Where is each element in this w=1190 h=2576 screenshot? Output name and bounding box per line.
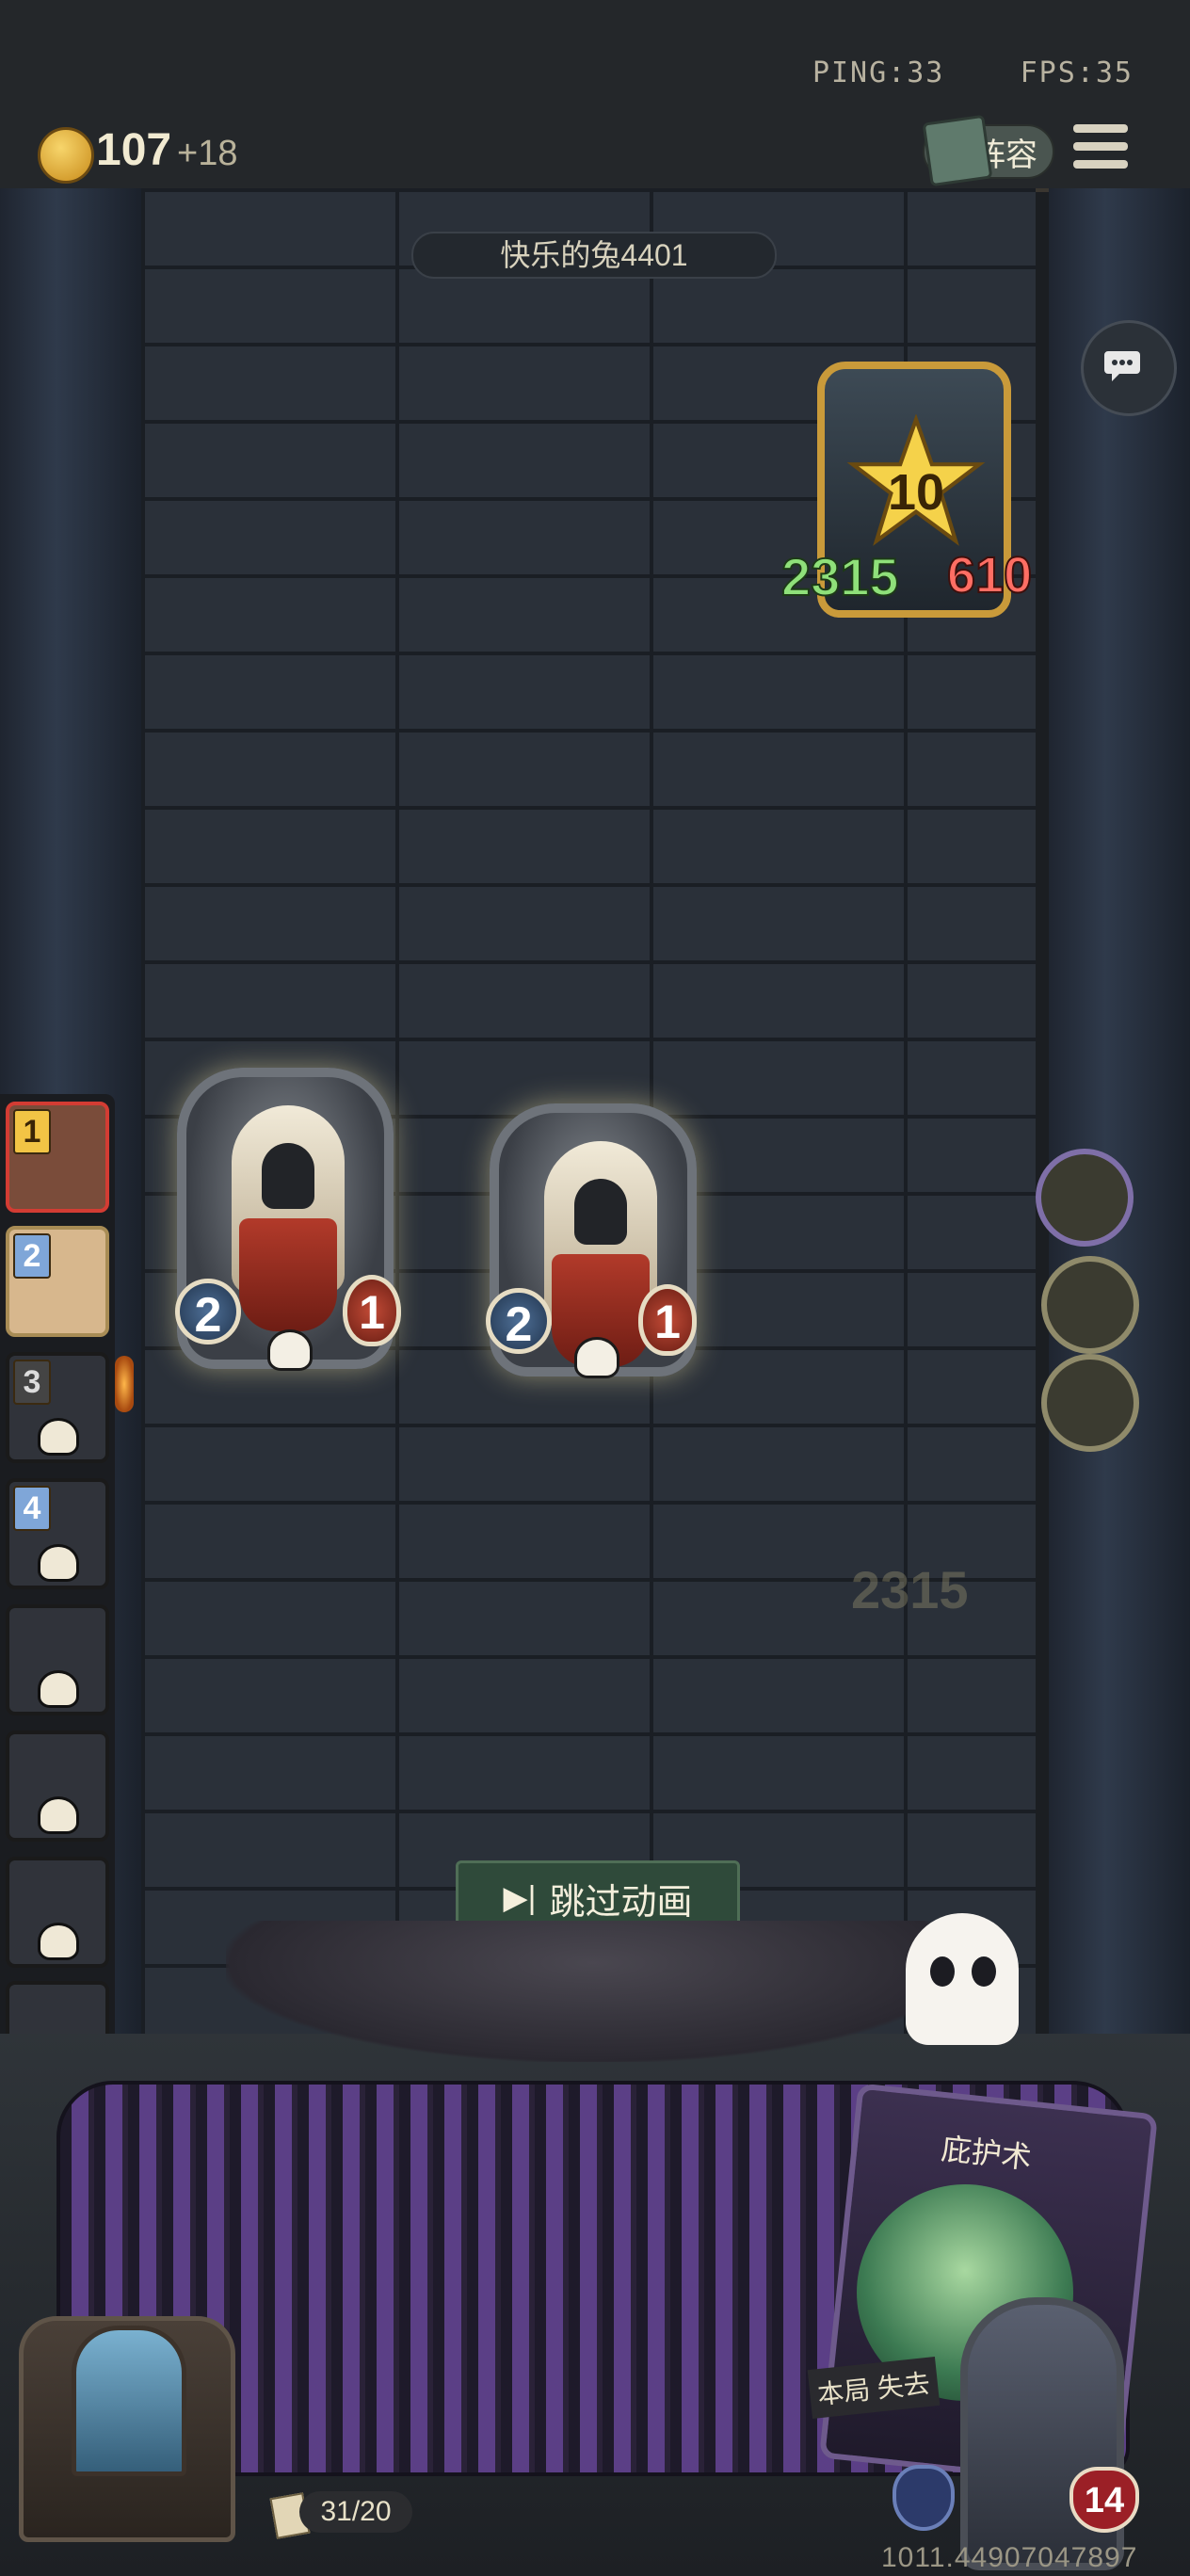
- player-health: 14: [1069, 2467, 1139, 2533]
- gold-coin-icon: [38, 127, 94, 184]
- ghost-eye: [972, 1956, 996, 1987]
- performance-readout: PING:33 FPS:35: [812, 56, 1134, 89]
- order-slot[interactable]: 4: [6, 1478, 109, 1589]
- minion-helmet: [262, 1143, 314, 1209]
- minion-health: 1: [343, 1275, 401, 1346]
- minion-attack: 2: [175, 1279, 241, 1344]
- shop-window: [72, 2326, 186, 2476]
- skull-icon: [38, 1544, 79, 1582]
- pocket-watch-icon[interactable]: [1036, 1149, 1134, 1247]
- menu-button[interactable]: [1073, 124, 1128, 171]
- order-number: 3: [13, 1360, 51, 1405]
- opponent-health: 610: [946, 546, 1033, 604]
- skull-icon: [38, 1418, 79, 1456]
- minion-health: 1: [638, 1284, 697, 1356]
- right-pillar: [1049, 188, 1190, 2071]
- menu-icon-bar: [1073, 160, 1128, 169]
- ping-text: PING:33: [812, 56, 945, 89]
- minion-attack: 2: [486, 1288, 552, 1354]
- skip-label: 跳过动画: [549, 1882, 693, 1923]
- skull-icon: [574, 1337, 619, 1378]
- sword-icon[interactable]: [1041, 1354, 1139, 1452]
- torch-icon: [115, 1356, 134, 1412]
- opponent-level: 10: [887, 464, 945, 521]
- order-slot[interactable]: 1: [6, 1102, 109, 1213]
- gold-value: 107: [96, 125, 172, 175]
- minion-helmet: [574, 1179, 627, 1245]
- menu-icon-bar: [1073, 124, 1128, 133]
- opponent-attack: 2315: [780, 546, 900, 607]
- order-slot[interactable]: [6, 1731, 109, 1842]
- minion-cloak: [239, 1218, 337, 1331]
- order-slot[interactable]: [6, 1604, 109, 1715]
- musket-icon[interactable]: [1041, 1256, 1139, 1354]
- skull-icon: [38, 1670, 79, 1708]
- gold-bonus: +18: [177, 134, 238, 173]
- build-id: 1011.44907047897: [881, 2542, 1138, 2573]
- skull-icon: [267, 1329, 313, 1371]
- skull-icon: [38, 1923, 79, 1960]
- order-slot[interactable]: 2: [6, 1226, 109, 1337]
- deck-count: 31/20: [299, 2491, 412, 2533]
- menu-icon-bar: [1073, 142, 1128, 151]
- chat-button[interactable]: [1081, 320, 1177, 416]
- fps-text: FPS:35: [1020, 56, 1134, 89]
- ghost-mascot-icon[interactable]: [906, 1913, 1019, 2045]
- shield-icon[interactable]: [892, 2465, 955, 2531]
- chat-bubble-icon: [1104, 351, 1140, 381]
- skip-icon: ▶|: [503, 1880, 537, 1916]
- skull-icon: [38, 1796, 79, 1834]
- bat-ornament: [226, 1921, 960, 2062]
- order-slot[interactable]: [6, 1857, 109, 1968]
- book-icon[interactable]: [922, 114, 993, 187]
- order-number: 4: [13, 1486, 51, 1531]
- damage-watermark: 2315: [851, 1560, 969, 1619]
- opponent-name: 快乐的兔4401: [411, 232, 777, 279]
- order-number: 1: [13, 1109, 51, 1154]
- spell-card-name: 庇护术: [940, 2132, 1034, 2175]
- order-slot[interactable]: 3: [6, 1352, 109, 1463]
- ghost-eye: [930, 1956, 955, 1987]
- order-number: 2: [13, 1233, 51, 1279]
